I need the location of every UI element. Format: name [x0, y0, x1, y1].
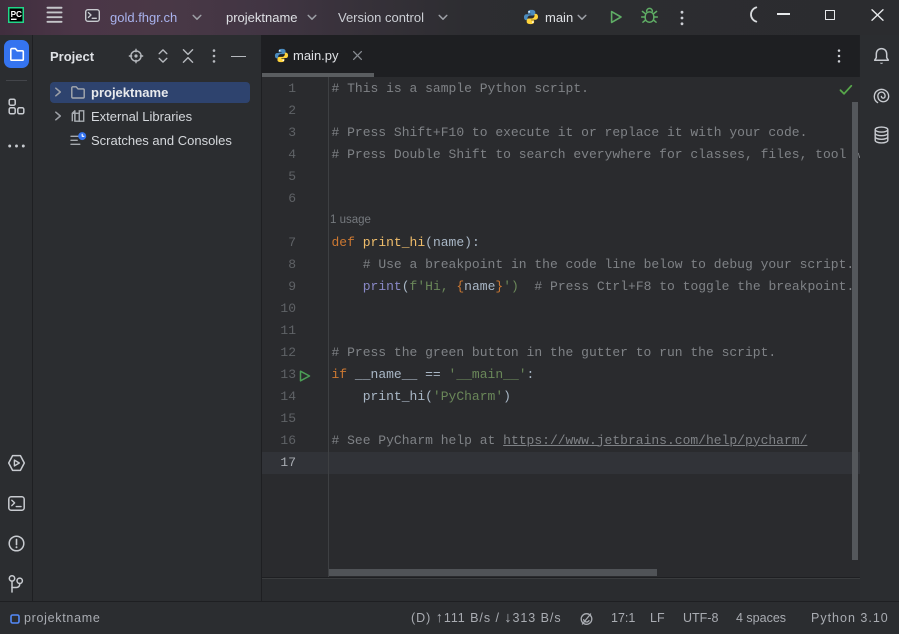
svg-text:PC: PC [11, 10, 22, 19]
